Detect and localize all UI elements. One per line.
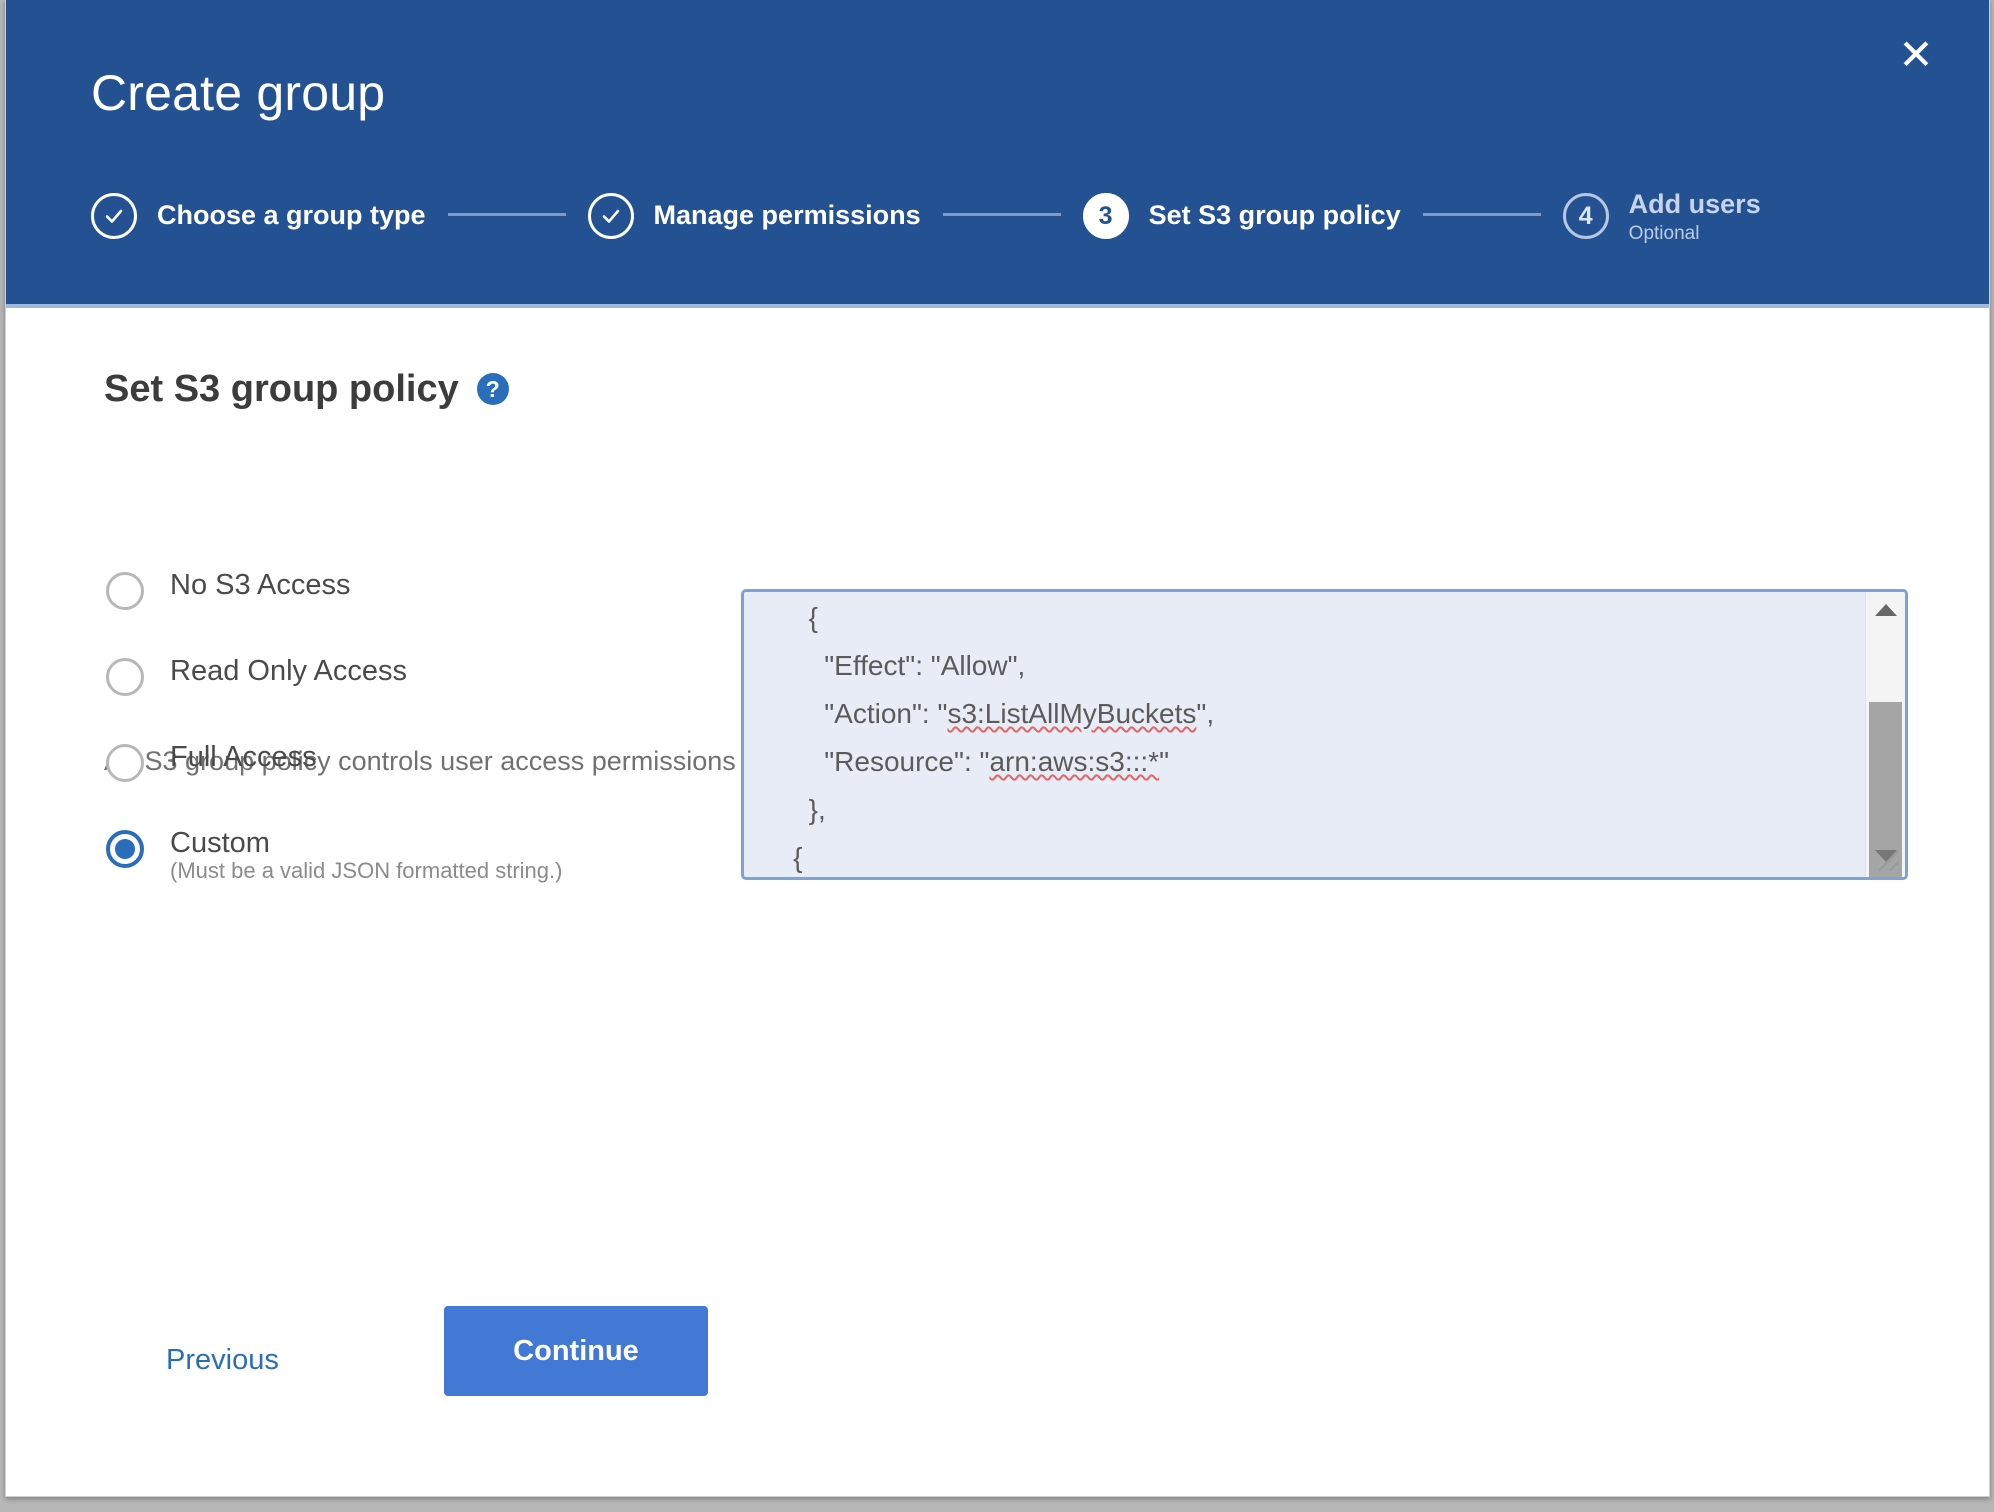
step-label: Set S3 group policy (1148, 200, 1401, 231)
page-title: Set S3 group policy (104, 368, 459, 410)
policy-scrollbar[interactable] (1865, 592, 1905, 877)
s3-policy-radio-group: No S3 Access Read Only Access Full Acces… (106, 570, 666, 885)
policy-json-textarea[interactable]: { "Effect": "Allow", "Action": "s3:ListA… (741, 589, 1908, 880)
step-choose-a-group-type[interactable]: Choose a group type (91, 188, 426, 244)
wizard-stepper: Choose a group type Manage permissions 3… (91, 188, 1761, 244)
step-sublabel: Optional (1628, 223, 1700, 245)
step-label: Add users (1628, 188, 1761, 219)
dialog-footer: Previous Continue (6, 1286, 1989, 1496)
step-connector (1422, 213, 1541, 216)
close-icon[interactable]: ✕ (1887, 26, 1945, 84)
step-number-badge: 3 (1082, 193, 1129, 239)
create-group-dialog: Create group ✕ Choose a group type Manag… (5, 0, 1990, 1497)
step-connector (447, 213, 566, 216)
continue-button[interactable]: Continue (444, 1306, 708, 1396)
previous-button[interactable]: Previous (166, 1346, 279, 1375)
radio-label: No S3 Access (170, 569, 351, 601)
radio-icon[interactable] (106, 658, 144, 696)
step-label: Choose a group type (157, 200, 426, 231)
radio-label: Full Access (170, 741, 317, 773)
resize-handle-icon[interactable] (1873, 845, 1903, 875)
step-label: Manage permissions (653, 200, 921, 231)
dialog-title: Create group (91, 65, 386, 121)
dialog-header: Create group ✕ Choose a group type Manag… (6, 0, 1989, 308)
radio-option-custom[interactable]: Custom (Must be a valid JSON formatted s… (106, 828, 666, 885)
radio-icon[interactable] (106, 744, 144, 782)
radio-hint: (Must be a valid JSON formatted string.) (170, 858, 563, 884)
help-icon[interactable]: ? (476, 373, 509, 405)
scroll-up-icon[interactable] (1866, 592, 1905, 628)
step-manage-permissions[interactable]: Manage permissions (587, 188, 921, 244)
step-add-users[interactable]: 4 Add users Optional (1562, 188, 1761, 245)
step-set-s3-group-policy[interactable]: 3 Set S3 group policy (1082, 188, 1401, 244)
step-number-badge: 4 (1562, 193, 1609, 239)
radio-label: Custom (170, 827, 270, 859)
policy-json-content[interactable]: { "Effect": "Allow", "Action": "s3:ListA… (762, 594, 1859, 877)
check-icon (587, 193, 634, 239)
check-icon (91, 193, 137, 239)
radio-option-no-s3-access[interactable]: No S3 Access (106, 570, 666, 610)
section-header: Set S3 group policy ? (104, 370, 509, 408)
step-connector (942, 213, 1061, 216)
radio-option-full-access[interactable]: Full Access (106, 742, 666, 782)
radio-icon-selected[interactable] (106, 830, 144, 868)
radio-icon[interactable] (106, 572, 144, 610)
radio-option-read-only-access[interactable]: Read Only Access (106, 656, 666, 696)
screen: Create group ✕ Choose a group type Manag… (0, 0, 1994, 1512)
radio-label: Read Only Access (170, 655, 407, 687)
